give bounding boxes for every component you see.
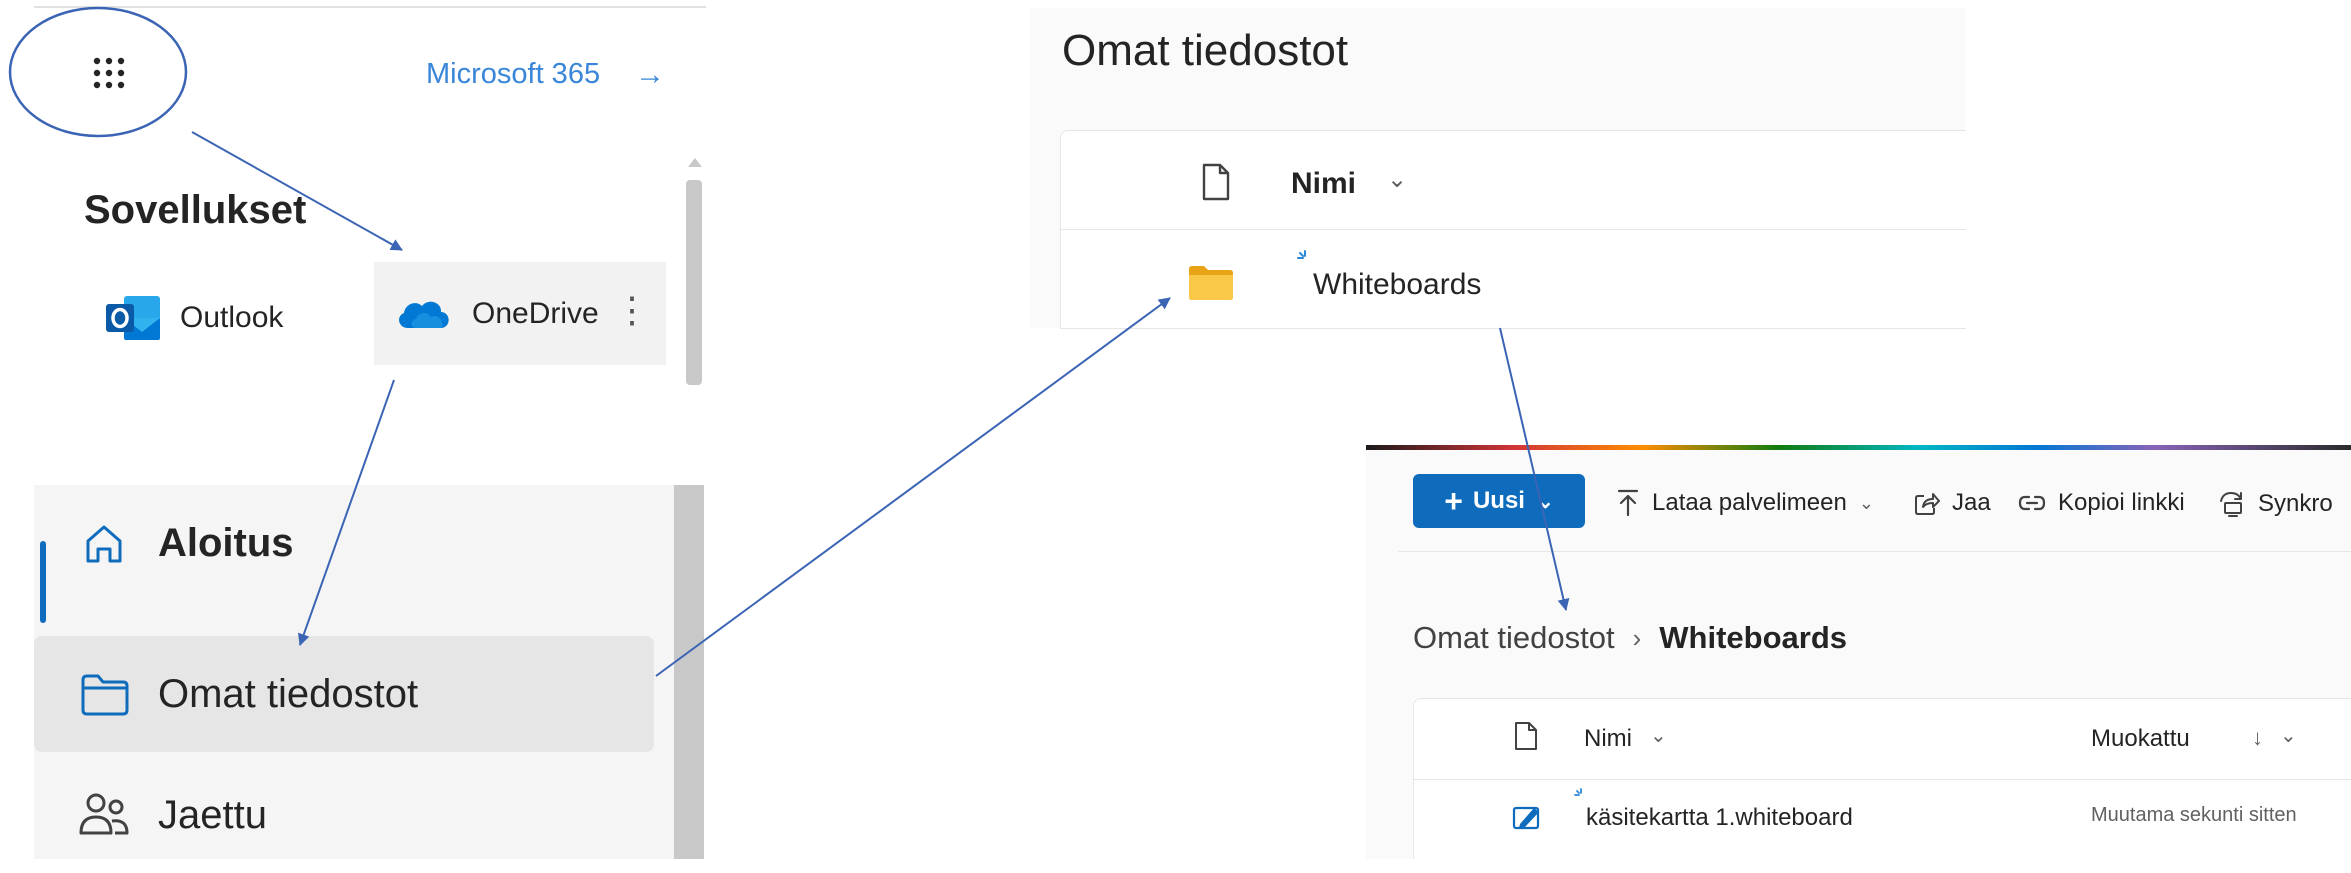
nav-label: Aloitus — [158, 520, 294, 565]
chevron-down-icon[interactable]: ⌄ — [1387, 165, 1407, 194]
panel-top-divider — [34, 6, 706, 8]
column-header-name[interactable]: Nimi — [1584, 725, 1632, 753]
nav-item-my-files[interactable]: Omat tiedostot — [34, 636, 654, 752]
plus-icon: + — [1444, 482, 1463, 519]
sync-label: Synkro — [2258, 490, 2333, 517]
file-name[interactable]: Whiteboards — [1313, 268, 1481, 302]
onedrive-icon — [394, 294, 452, 334]
more-options-icon[interactable]: ⋮ — [614, 290, 650, 330]
share-button[interactable]: Jaa — [1914, 489, 1991, 517]
nav-item-shared[interactable]: Jaettu — [34, 757, 658, 873]
breadcrumb-current: Whiteboards — [1659, 620, 1847, 655]
file-list: Nimi ⌄ Whiteboards — [1060, 130, 1966, 329]
selected-indicator — [40, 541, 46, 623]
share-icon — [1914, 490, 1940, 516]
breadcrumb-separator-icon: › — [1632, 622, 1642, 653]
microsoft-365-link[interactable]: Microsoft 365 — [426, 58, 600, 91]
arrow-right-icon[interactable]: → — [635, 58, 665, 92]
new-item-sparkle-icon — [1574, 788, 1588, 802]
app-label: OneDrive — [472, 296, 599, 330]
file-row-whiteboards[interactable]: Whiteboards — [1061, 230, 1966, 329]
chevron-down-icon: ⌄ — [1536, 490, 1554, 513]
sync-button[interactable]: Synkro — [2216, 489, 2333, 519]
link-icon — [2018, 494, 2046, 512]
app-launcher-panel: Microsoft 365 → Sovellukset Outlook OneD… — [34, 0, 706, 385]
upload-button[interactable]: Lataa palvelimeen ⌄ — [1616, 489, 1874, 517]
nav-label: Omat tiedostot — [158, 671, 419, 716]
column-header-modified[interactable]: Muokattu — [2091, 725, 2190, 753]
file-list-header: Nimi ⌄ — [1061, 131, 1966, 230]
scrollbar-track[interactable] — [674, 485, 704, 859]
new-button[interactable]: + Uusi ⌄ — [1413, 474, 1585, 528]
file-type-icon — [1201, 163, 1231, 201]
share-label: Jaa — [1952, 489, 1991, 516]
apps-heading: Sovellukset — [84, 188, 307, 232]
new-item-sparkle-icon — [1297, 250, 1313, 266]
copilot-gradient-bar — [1366, 445, 2351, 450]
onedrive-left-nav: Aloitus Omat tiedostot Jaettu — [34, 485, 704, 859]
chevron-down-icon[interactable]: ⌄ — [1650, 723, 1667, 748]
file-type-icon — [1514, 721, 1538, 751]
app-launcher-waffle-icon[interactable] — [79, 43, 139, 103]
nav-item-home[interactable]: Aloitus — [34, 485, 658, 623]
breadcrumb-parent[interactable]: Omat tiedostot — [1413, 620, 1615, 656]
onedrive-app-tile[interactable]: OneDrive ⋮ — [374, 262, 666, 365]
file-name[interactable]: käsitekartta 1.whiteboard — [1586, 804, 1853, 832]
people-icon — [74, 785, 134, 845]
upload-icon — [1616, 489, 1640, 517]
command-bar-divider — [1398, 551, 2351, 552]
folder-icon — [74, 664, 134, 724]
home-icon — [74, 513, 134, 573]
command-bar: + Uusi ⌄ Lataa palvelimeen ⌄ Jaa Kopioi … — [1366, 451, 2351, 551]
upload-label: Lataa palvelimeen — [1652, 489, 1847, 516]
breadcrumb: Omat tiedostot › Whiteboards — [1413, 620, 1847, 656]
scrollbar-thumb[interactable] — [686, 180, 702, 385]
file-row-whiteboard[interactable]: käsitekartta 1.whiteboard Muutama sekunt… — [1414, 780, 2351, 859]
copy-link-button[interactable]: Kopioi linkki — [2018, 489, 2185, 517]
page-title: Omat tiedostot — [1062, 26, 1349, 75]
whiteboards-folder-panel: + Uusi ⌄ Lataa palvelimeen ⌄ Jaa Kopioi … — [1366, 445, 2351, 859]
nav-label: Jaettu — [158, 792, 267, 837]
annotation-arrow — [655, 297, 1171, 677]
folder-icon — [1189, 266, 1233, 300]
copy-link-label: Kopioi linkki — [2058, 489, 2185, 516]
outlook-app-tile[interactable]: Outlook — [104, 292, 283, 344]
whiteboard-file-icon — [1512, 802, 1542, 832]
outlook-icon — [104, 292, 162, 344]
new-button-label: Uusi — [1472, 487, 1525, 514]
sort-descending-icon: ↓ — [2252, 725, 2263, 750]
scroll-up-arrow[interactable] — [688, 158, 702, 167]
chevron-down-icon[interactable]: ⌄ — [2280, 723, 2297, 748]
file-list: Nimi ⌄ Muokattu ↓ ⌄ käsitekartta 1.white… — [1413, 698, 2351, 859]
file-list-header: Nimi ⌄ Muokattu ↓ ⌄ — [1414, 699, 2351, 780]
file-modified: Muutama sekunti sitten — [2091, 804, 2297, 826]
sync-icon — [2216, 489, 2246, 519]
app-label: Outlook — [180, 301, 284, 334]
my-files-panel: Omat tiedostot Nimi ⌄ Whiteboards — [1030, 8, 1966, 329]
column-header-name[interactable]: Nimi — [1291, 167, 1356, 201]
chevron-down-icon: ⌄ — [1858, 492, 1874, 513]
